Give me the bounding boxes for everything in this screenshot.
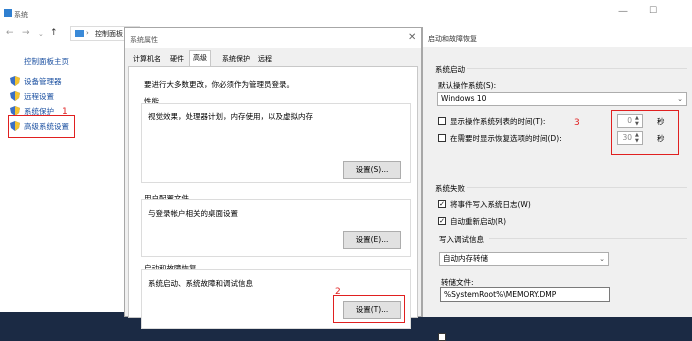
chevron-down-icon: ⌄ — [599, 255, 605, 263]
divider — [467, 68, 687, 69]
write-event-log-checkbox[interactable]: ✓ — [438, 200, 446, 208]
chevron-down-icon[interactable]: ⌄ — [38, 30, 44, 38]
write-debug-info-heading: 写入调试信息 — [439, 235, 484, 244]
tab-hardware[interactable]: 硬件 — [167, 52, 187, 66]
chevron-down-icon: ⌄ — [677, 95, 683, 103]
system-properties-dialog: 系统属性 ✕ 计算机名 硬件 高级 系统保护 远程 要进行大多数更改，你必须作为… — [124, 27, 422, 329]
user-profiles-settings-button[interactable]: 设置(E)... — [343, 231, 401, 249]
admin-note: 要进行大多数更改，你必须作为管理员登录。 — [144, 80, 294, 89]
dump-file-input[interactable]: %SystemRoot%\MEMORY.DMP — [440, 287, 610, 302]
show-os-list-checkbox[interactable] — [438, 117, 446, 125]
minimize-button[interactable]: — — [612, 6, 634, 20]
show-os-list-label: 显示操作系统列表的时间(T): — [450, 117, 546, 126]
tab-advanced[interactable]: 高级 — [189, 50, 211, 67]
tab-remote[interactable]: 远程 — [255, 52, 275, 66]
annotation-number-3: 3 — [574, 118, 580, 128]
sr-titlebar: 启动和故障恢复 — [423, 27, 692, 47]
startup-recovery-desc: 系统启动、系统故障和调试信息 — [148, 279, 253, 288]
annotation-number-1: 1 — [62, 107, 68, 117]
sr-title: 启动和故障恢复 — [428, 35, 477, 43]
default-os-value: Windows 10 — [441, 94, 487, 103]
shield-icon — [10, 76, 20, 86]
up-arrow-icon[interactable]: ↑ — [50, 28, 58, 38]
user-profiles-desc: 与登录帐户相关的桌面设置 — [148, 209, 238, 218]
highlight-box-1 — [8, 115, 75, 138]
divider — [489, 238, 687, 239]
sidebar-home-link[interactable]: 控制面板主页 — [24, 56, 69, 67]
props-title: 系统属性 — [130, 36, 158, 44]
tab-computer-name[interactable]: 计算机名 — [130, 52, 164, 66]
sidebar-item-remote-settings[interactable]: 远程设置 — [10, 89, 54, 103]
auto-restart-label: 自动重新启动(R) — [450, 217, 507, 226]
computer-icon — [4, 9, 12, 17]
shield-icon — [10, 91, 20, 101]
annotation-number-2: 2 — [335, 287, 341, 297]
show-recovery-label: 在需要时显示恢复选项的时间(D): — [450, 134, 562, 143]
system-startup-heading: 系统启动 — [435, 65, 465, 74]
divider — [467, 187, 687, 188]
control-panel-icon — [75, 30, 84, 37]
default-os-select[interactable]: Windows 10 ⌄ — [437, 92, 687, 106]
system-titlebar: 系统 — ☐ — [0, 0, 692, 28]
default-os-label: 默认操作系统(S): — [438, 81, 497, 90]
maximize-button[interactable]: ☐ — [642, 6, 664, 20]
forward-arrow-icon[interactable]: → — [22, 28, 30, 38]
breadcrumb-separator-icon: › — [86, 29, 89, 37]
startup-recovery-dialog: 启动和故障恢复 系统启动 默认操作系统(S): Windows 10 ⌄ 显示操… — [422, 27, 692, 341]
performance-desc: 视觉效果，处理器计划，内存使用，以及虚拟内存 — [148, 112, 313, 121]
sidebar-item-device-manager[interactable]: 设备管理器 — [10, 74, 62, 88]
close-icon[interactable]: ✕ — [408, 32, 416, 43]
auto-restart-checkbox[interactable]: ✓ — [438, 217, 446, 225]
back-arrow-icon[interactable]: ← — [6, 28, 14, 38]
write-event-log-label: 将事件写入系统日志(W) — [450, 200, 531, 209]
debug-type-select[interactable]: 自动内存转储 ⌄ — [439, 252, 609, 266]
debug-type-value: 自动内存转储 — [443, 254, 488, 263]
props-titlebar: 系统属性 ✕ — [125, 28, 421, 48]
show-recovery-checkbox[interactable] — [438, 134, 446, 142]
advanced-tab-panel: 要进行大多数更改，你必须作为管理员登录。 性能 视觉效果，处理器计划，内存使用，… — [128, 66, 418, 329]
system-title: 系统 — [14, 11, 28, 19]
sidebar-item-label: 远程设置 — [24, 91, 54, 101]
sidebar-item-label: 设备管理器 — [24, 76, 62, 86]
overwrite-existing-checkbox[interactable] — [438, 333, 446, 341]
highlight-box-3 — [611, 110, 679, 155]
highlight-box-2 — [333, 295, 405, 323]
tab-system-protection[interactable]: 系统保护 — [219, 52, 253, 66]
system-failure-heading: 系统失败 — [435, 184, 465, 193]
breadcrumb[interactable]: 控制面板 — [95, 29, 123, 39]
performance-settings-button[interactable]: 设置(S)... — [343, 161, 401, 179]
